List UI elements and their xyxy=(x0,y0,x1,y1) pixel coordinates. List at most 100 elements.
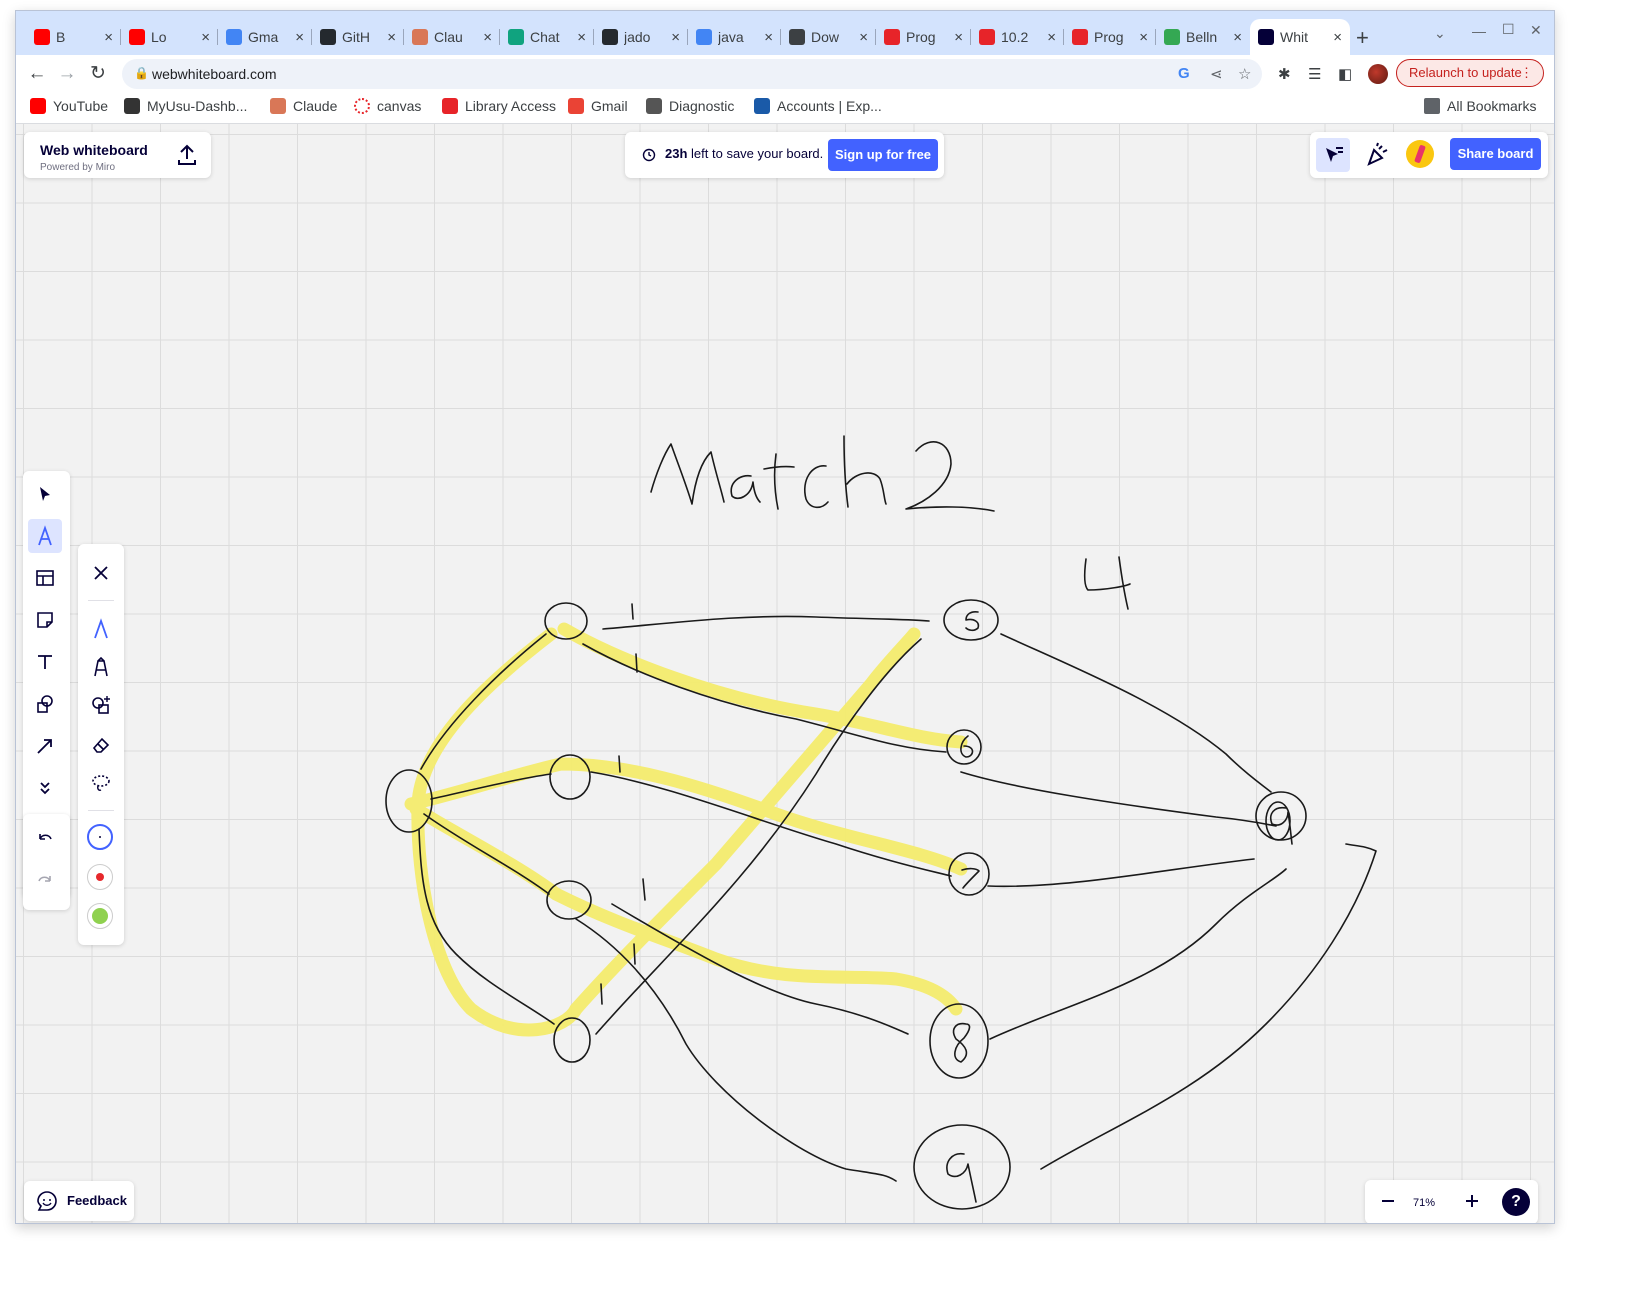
bookmark-5[interactable]: Gmail xyxy=(568,98,628,114)
color-swatch-black[interactable] xyxy=(87,824,113,850)
tab-6[interactable]: jado × xyxy=(594,19,688,55)
tab-close-icon[interactable]: × xyxy=(1333,29,1342,46)
sticky-note-tool[interactable] xyxy=(28,603,62,637)
highlighter-option[interactable] xyxy=(84,650,118,684)
tab-close-icon[interactable]: × xyxy=(671,29,680,46)
feedback-button[interactable]: Feedback xyxy=(24,1181,134,1221)
history-toolbar xyxy=(23,814,70,910)
pen-options-panel xyxy=(78,544,124,945)
zoom-out-button[interactable] xyxy=(1377,1190,1399,1212)
help-button[interactable]: ? xyxy=(1502,1188,1530,1216)
tab-3[interactable]: GitH × xyxy=(312,19,404,55)
tab-11[interactable]: Prog × xyxy=(1064,19,1156,55)
new-tab-button[interactable]: + xyxy=(1356,25,1369,51)
tab-close-icon[interactable]: × xyxy=(1139,29,1148,46)
zoom-level[interactable]: 71% xyxy=(1413,1197,1435,1209)
tab-10[interactable]: 10.2 × xyxy=(971,19,1064,55)
tab-close-icon[interactable]: × xyxy=(1047,29,1056,46)
more-tools[interactable] xyxy=(28,771,62,805)
user-avatar[interactable] xyxy=(1406,140,1434,168)
reload-icon[interactable]: ↻ xyxy=(85,61,111,87)
bookmark-2[interactable]: Claude xyxy=(270,98,337,114)
shapes-icon xyxy=(37,695,53,713)
tab-close-icon[interactable]: × xyxy=(764,29,773,46)
tab-close-icon[interactable]: × xyxy=(954,29,963,46)
profile-avatar[interactable] xyxy=(1368,64,1388,84)
tab-8[interactable]: Dow × xyxy=(781,19,876,55)
github-icon xyxy=(602,29,618,45)
close-icon xyxy=(94,566,108,580)
bookmark-7[interactable]: Accounts | Exp... xyxy=(754,98,882,114)
minimize-icon[interactable]: — xyxy=(1472,23,1486,39)
extensions-icon[interactable]: ✱ xyxy=(1278,65,1291,83)
lasso-option[interactable] xyxy=(84,766,118,800)
celebrate-button[interactable] xyxy=(1360,138,1394,172)
tab-close-icon[interactable]: × xyxy=(295,29,304,46)
side-panel-icon[interactable]: ◧ xyxy=(1338,65,1352,83)
pen-tool[interactable] xyxy=(28,519,62,553)
redo-button[interactable] xyxy=(28,864,62,898)
tab-7[interactable]: java × xyxy=(688,19,781,55)
tab-search-icon[interactable]: ⌄ xyxy=(1434,25,1446,42)
bookmark-star-icon[interactable]: ☆ xyxy=(1238,65,1251,83)
tab-close-icon[interactable]: × xyxy=(201,29,210,46)
color-swatch-red[interactable] xyxy=(87,864,113,890)
reading-list-icon[interactable]: ☰ xyxy=(1308,65,1321,83)
share-page-icon[interactable]: ⋖ xyxy=(1210,65,1223,83)
text-tool[interactable] xyxy=(28,645,62,679)
reactions-button[interactable] xyxy=(1316,138,1350,172)
address-bar[interactable]: 🔒 webwhiteboard.com G ⋖ ☆ xyxy=(122,59,1262,89)
smart-shapes-icon xyxy=(92,696,110,714)
export-icon[interactable] xyxy=(174,142,200,168)
tab-close-icon[interactable]: × xyxy=(387,29,396,46)
tab-13[interactable]: Whit × xyxy=(1250,19,1350,55)
tab-close-icon[interactable]: × xyxy=(859,29,868,46)
forward-icon[interactable]: → xyxy=(54,61,80,87)
gmail-icon xyxy=(568,98,584,114)
close-pen-panel[interactable] xyxy=(84,556,118,590)
tab-12[interactable]: Belln × xyxy=(1156,19,1250,55)
bookmark-4[interactable]: Library Access xyxy=(442,98,556,114)
maximize-icon[interactable]: ☐ xyxy=(1502,21,1515,38)
shapes-tool[interactable] xyxy=(28,687,62,721)
relaunch-button[interactable]: Relaunch to update ⋮ xyxy=(1396,59,1544,87)
bookmark-1[interactable]: MyUsu-Dashb... xyxy=(124,98,247,114)
signup-button[interactable]: Sign up for free xyxy=(828,139,938,171)
tab-close-icon[interactable]: × xyxy=(483,29,492,46)
zoom-in-button[interactable] xyxy=(1461,1190,1483,1212)
tab-close-icon[interactable]: × xyxy=(104,29,113,46)
bookmark-6[interactable]: Diagnostic xyxy=(646,98,734,114)
eraser-option[interactable] xyxy=(84,728,118,762)
bookmark-3[interactable]: canvas xyxy=(354,98,421,114)
tab-1[interactable]: Lo × xyxy=(121,19,218,55)
smart-drawing-option[interactable] xyxy=(84,688,118,722)
save-hours: 23h xyxy=(665,146,688,161)
pen-option[interactable] xyxy=(84,612,118,646)
bookmark-0[interactable]: YouTube xyxy=(30,98,108,114)
select-tool[interactable] xyxy=(28,477,62,511)
tab-5[interactable]: Chat × xyxy=(500,19,594,55)
drawing-layer[interactable] xyxy=(16,124,1554,1223)
arrow-tool[interactable] xyxy=(28,729,62,763)
tab-title: Prog xyxy=(1094,29,1124,45)
whiteboard-canvas[interactable]: Web whiteboard Powered by Miro 23h left … xyxy=(16,124,1554,1223)
layout-icon xyxy=(36,570,54,586)
color-swatch-green[interactable] xyxy=(87,903,113,929)
browser-window: B × Lo × Gma × GitH × Clau × Chat × jado × java × Dow × Pr… xyxy=(15,10,1555,1224)
undo-icon xyxy=(39,834,52,840)
google-lens-icon[interactable]: G xyxy=(1178,65,1190,82)
save-text: 23h left to save your board. xyxy=(665,146,823,161)
tab-9[interactable]: Prog × xyxy=(876,19,971,55)
close-window-icon[interactable]: ✕ xyxy=(1530,22,1542,39)
template-tool[interactable] xyxy=(28,561,62,595)
tab-4[interactable]: Clau × xyxy=(404,19,500,55)
undo-button[interactable] xyxy=(28,822,62,856)
all-bookmarks[interactable]: All Bookmarks xyxy=(1424,98,1536,114)
share-board-button[interactable]: Share board xyxy=(1450,138,1541,170)
back-icon[interactable]: ← xyxy=(24,61,50,87)
tab-close-icon[interactable]: × xyxy=(577,29,586,46)
tab-close-icon[interactable]: × xyxy=(1233,29,1242,46)
relaunch-label: Relaunch to update xyxy=(1409,65,1522,80)
tab-2[interactable]: Gma × xyxy=(218,19,312,55)
tab-0[interactable]: B × xyxy=(26,19,121,55)
